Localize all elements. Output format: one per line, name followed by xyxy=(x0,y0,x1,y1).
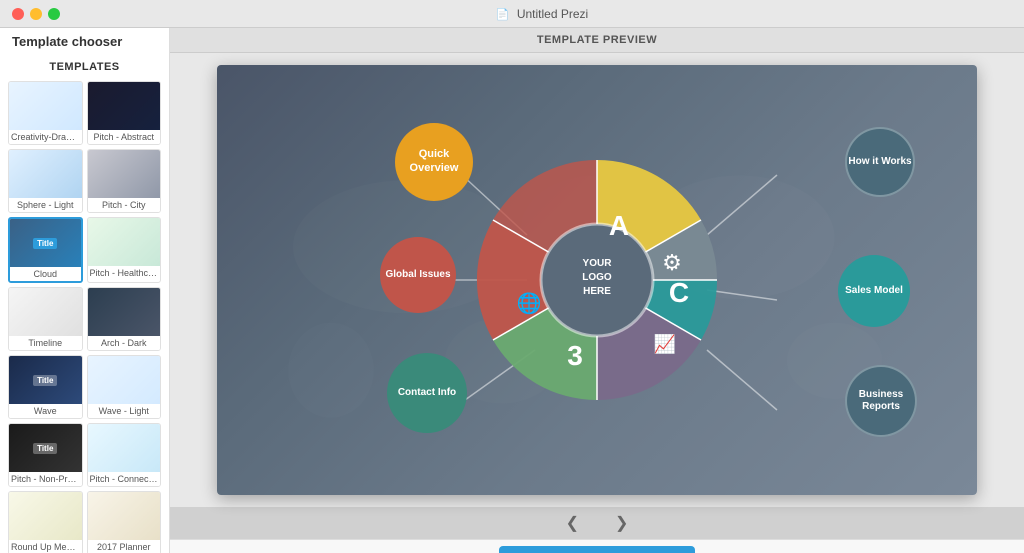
template-item-pitch-connections[interactable]: Pitch - Connections xyxy=(87,423,162,487)
bubble-sales-model: Sales Model xyxy=(838,255,910,327)
template-item-timeline[interactable]: Timeline xyxy=(8,287,83,351)
template-thumb-pitch-abstract xyxy=(88,82,161,130)
template-item-creativity-drawing[interactable]: Creativity-Drawing xyxy=(8,81,83,145)
template-grid: Creativity-Drawing Pitch - Abstract Sphere… xyxy=(0,77,169,553)
template-thumb-wave-light xyxy=(88,356,161,404)
main-content: Template chooser TEMPLATES Creativity-Dr… xyxy=(0,28,1024,553)
template-item-cloud[interactable]: TitleCloud xyxy=(8,217,83,283)
template-thumb-cloud: Title xyxy=(10,219,81,267)
app-title: Template chooser xyxy=(0,28,169,51)
right-panel: TEMPLATE PREVIEW xyxy=(170,28,1024,553)
template-label-cloud: Cloud xyxy=(10,267,81,281)
svg-text:⚙: ⚙ xyxy=(662,250,682,275)
template-item-wave[interactable]: TitleWave xyxy=(8,355,83,419)
template-label-wave-light: Wave - Light xyxy=(88,404,161,418)
template-label-arch-dark: Arch - Dark xyxy=(88,336,161,350)
template-label-pitch-abstract: Pitch - Abstract xyxy=(88,130,161,144)
template-thumb-wave: Title xyxy=(9,356,82,404)
template-label-timeline: Timeline xyxy=(9,336,82,350)
template-label-pitch-connections: Pitch - Connections xyxy=(88,472,161,486)
template-thumb-pitch-city xyxy=(88,150,161,198)
bubble-how-it-works: How it Works xyxy=(845,127,915,197)
diagram-container: A ⚙ C 📈 3 🌐 YOUR LOGO H xyxy=(457,140,737,420)
template-item-roundup-consulting[interactable]: Round Up Meeting - Consulting xyxy=(8,491,83,553)
navigation-bar: ❮ ❯ xyxy=(170,507,1024,539)
svg-text:YOUR: YOUR xyxy=(583,258,613,269)
template-thumb-timeline xyxy=(9,288,82,336)
template-thumb-pitch-connections xyxy=(88,424,161,472)
title-bar: 📄 Untitled Prezi xyxy=(0,0,1024,28)
bubble-global-issues: Global Issues xyxy=(380,237,456,313)
template-thumb-roundup-consulting xyxy=(9,492,82,540)
template-thumb-sphere-light xyxy=(9,150,82,198)
template-label-creativity-drawing: Creativity-Drawing xyxy=(9,130,82,144)
template-thumb-pitch-healthcare xyxy=(88,218,161,266)
template-item-planner-2017[interactable]: 2017 Planner xyxy=(87,491,162,553)
svg-text:C: C xyxy=(669,277,689,308)
template-item-sphere-light[interactable]: Sphere - Light xyxy=(8,149,83,213)
template-item-pitch-abstract[interactable]: Pitch - Abstract xyxy=(87,81,162,145)
svg-text:3: 3 xyxy=(567,340,583,371)
maximize-button[interactable] xyxy=(48,8,60,20)
close-button[interactable] xyxy=(12,8,24,20)
traffic-lights xyxy=(12,8,60,20)
template-thumb-pitch-nonprofit: Title xyxy=(9,424,82,472)
window-title: 📄 Untitled Prezi xyxy=(72,7,1012,21)
template-label-roundup-consulting: Round Up Meeting - Consulting xyxy=(9,540,82,553)
template-label-pitch-city: Pitch - City xyxy=(88,198,161,212)
footer-bar: Use this template xyxy=(170,539,1024,553)
templates-section-label: TEMPLATES xyxy=(0,51,169,77)
svg-text:📈: 📈 xyxy=(654,333,676,354)
template-label-pitch-healthcare: Pitch - Healthcare xyxy=(88,266,161,280)
preview-header: TEMPLATE PREVIEW xyxy=(170,28,1024,53)
template-label-sphere-light: Sphere - Light xyxy=(9,198,82,212)
svg-text:HERE: HERE xyxy=(583,286,611,297)
bubble-contact-info: Contact Info xyxy=(387,353,467,433)
bubble-business-reports: Business Reports xyxy=(845,365,917,437)
use-template-button[interactable]: Use this template xyxy=(499,546,695,553)
preview-area: A ⚙ C 📈 3 🌐 YOUR LOGO H xyxy=(170,53,1024,507)
minimize-button[interactable] xyxy=(30,8,42,20)
template-thumb-creativity-drawing xyxy=(9,82,82,130)
sidebar: Template chooser TEMPLATES Creativity-Dr… xyxy=(0,28,170,553)
bubble-quick-overview: Quick Overview xyxy=(395,123,473,201)
svg-text:A: A xyxy=(609,210,629,241)
template-item-wave-light[interactable]: Wave - Light xyxy=(87,355,162,419)
template-label-pitch-nonprofit: Pitch - Non-Profit xyxy=(9,472,82,486)
template-thumb-planner-2017 xyxy=(88,492,161,540)
next-arrow[interactable]: ❯ xyxy=(607,509,636,537)
template-item-pitch-healthcare[interactable]: Pitch - Healthcare xyxy=(87,217,162,283)
slide-preview: A ⚙ C 📈 3 🌐 YOUR LOGO H xyxy=(217,65,977,495)
prezi-icon: 📄 xyxy=(496,9,510,21)
template-item-arch-dark[interactable]: Arch - Dark xyxy=(87,287,162,351)
template-label-planner-2017: 2017 Planner xyxy=(88,540,161,553)
svg-text:🌐: 🌐 xyxy=(517,291,542,315)
template-label-wave: Wave xyxy=(9,404,82,418)
prev-arrow[interactable]: ❮ xyxy=(558,509,587,537)
template-thumb-arch-dark xyxy=(88,288,161,336)
pie-chart: A ⚙ C 📈 3 🌐 YOUR LOGO H xyxy=(457,140,737,420)
template-item-pitch-city[interactable]: Pitch - City xyxy=(87,149,162,213)
svg-text:LOGO: LOGO xyxy=(582,272,612,283)
template-item-pitch-nonprofit[interactable]: TitlePitch - Non-Profit xyxy=(8,423,83,487)
